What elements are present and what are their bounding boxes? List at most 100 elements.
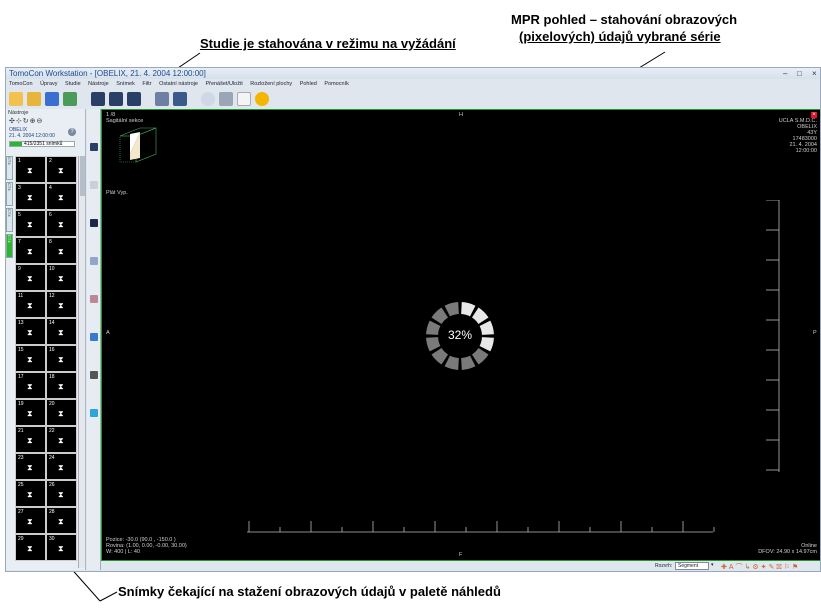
hourglass-icon: ⧗: [58, 274, 64, 283]
thumbnail-item[interactable]: 27 ⧗: [15, 507, 46, 534]
layout-tool-icon[interactable]: [90, 143, 98, 151]
maximize-button[interactable]: □: [797, 68, 802, 79]
menu-tomocon[interactable]: TomoCon: [9, 81, 33, 87]
menu-pohled[interactable]: Pohled: [300, 81, 317, 87]
thumbnail-number: 18: [49, 374, 55, 380]
orientation-bottom: F: [459, 552, 463, 558]
thumbnail-item[interactable]: 28 ⧗: [46, 507, 77, 534]
thumbnail-item[interactable]: 11 ⧗: [15, 291, 46, 318]
layout-2-icon[interactable]: [109, 91, 123, 106]
thumbnail-number: 24: [49, 455, 55, 461]
layout-3-icon[interactable]: [127, 91, 141, 106]
annotation-icon[interactable]: [90, 295, 98, 303]
menu-studie[interactable]: Studie: [65, 81, 81, 87]
vertical-ruler: [766, 200, 780, 472]
thumbnail-item[interactable]: 23 ⧗: [15, 453, 46, 480]
menu-rozlozeni[interactable]: Rozložení plochy: [250, 81, 292, 87]
thumbnail-item[interactable]: 29 ⧗: [15, 534, 46, 561]
thumbnail-item[interactable]: 12 ⧗: [46, 291, 77, 318]
menu-ostatni-nastroje[interactable]: Ostatní nástroje: [159, 81, 198, 87]
hourglass-icon: ⧗: [27, 409, 33, 418]
thumbnail-item[interactable]: 8 ⧗: [46, 237, 77, 264]
status-info: Online DFOV: 24.90 x 14.97cm: [758, 543, 817, 555]
hourglass-icon: ⧗: [27, 301, 33, 310]
thumbnail-number: 17: [18, 374, 24, 380]
mpr-viewport[interactable]: 1 /8 Sagitální sekce H F A P Plát Vyp. ×…: [101, 109, 820, 561]
zoom-out-icon[interactable]: ⊖: [37, 118, 44, 125]
rotate-icon[interactable]: ↻: [23, 118, 30, 125]
print-icon[interactable]: [219, 91, 233, 106]
document-icon[interactable]: [237, 91, 251, 106]
thumbnail-item[interactable]: 16 ⧗: [46, 345, 77, 372]
thumbnail-item[interactable]: 17 ⧗: [15, 372, 46, 399]
save-icon[interactable]: [45, 91, 59, 106]
thumbnail-item[interactable]: 14 ⧗: [46, 318, 77, 345]
layout-select[interactable]: Segment: [675, 562, 709, 570]
thumbnail-item[interactable]: 20 ⧗: [46, 399, 77, 426]
thumbnail-item[interactable]: 5 ⧗: [15, 210, 46, 237]
study-header[interactable]: OBELIX 21. 4. 2004 12:00:00 ?: [6, 127, 85, 141]
hourglass-icon: ⧗: [58, 328, 64, 337]
mpr-icon[interactable]: [155, 91, 169, 106]
fusion-icon[interactable]: [90, 409, 98, 417]
series-tab[interactable]: CT4: [6, 182, 13, 206]
thumbnail-item[interactable]: 22 ⧗: [46, 426, 77, 453]
thumbnail-item[interactable]: 4 ⧗: [46, 183, 77, 210]
zoom-in-icon[interactable]: ⊕: [30, 118, 37, 125]
thumbnail-item[interactable]: 18 ⧗: [46, 372, 77, 399]
menu-nastroje[interactable]: Nástroje: [88, 81, 108, 87]
measure-icon[interactable]: [90, 257, 98, 265]
hourglass-icon: ⧗: [27, 382, 33, 391]
grid-icon[interactable]: [173, 91, 187, 106]
thumbnail-item[interactable]: 7 ⧗: [15, 237, 46, 264]
thumbnail-item[interactable]: 13 ⧗: [15, 318, 46, 345]
mpr-tool-icon[interactable]: [90, 333, 98, 341]
hourglass-icon: ⧗: [27, 463, 33, 472]
orientation-right: P: [813, 330, 817, 336]
thumbnail-item[interactable]: 19 ⧗: [15, 399, 46, 426]
thumbnail-item[interactable]: 26 ⧗: [46, 480, 77, 507]
close-button[interactable]: ×: [812, 68, 817, 79]
thumbnail-item[interactable]: 3 ⧗: [15, 183, 46, 210]
thumbnail-item[interactable]: 10 ⧗: [46, 264, 77, 291]
hourglass-icon: ⧗: [27, 436, 33, 445]
thumbnail-item[interactable]: 24 ⧗: [46, 453, 77, 480]
minimize-button[interactable]: –: [783, 68, 787, 79]
3d-icon[interactable]: [90, 371, 98, 379]
series-tab[interactable]: CT4: [6, 156, 13, 180]
thumbnail-item[interactable]: 1 ⧗: [15, 156, 46, 183]
thumbnail-item[interactable]: 9 ⧗: [15, 264, 46, 291]
open-folder-icon[interactable]: [9, 91, 23, 106]
thumbnail-item[interactable]: 6 ⧗: [46, 210, 77, 237]
hourglass-icon: ⧗: [58, 382, 64, 391]
series-tab-active[interactable]: CT4: [6, 234, 13, 258]
export-icon[interactable]: [63, 91, 77, 106]
pan-icon[interactable]: ⊹: [16, 118, 23, 125]
pointer-icon[interactable]: ✣: [9, 118, 16, 125]
thumbnail-item[interactable]: 25 ⧗: [15, 480, 46, 507]
thumbnail-item[interactable]: 2 ⧗: [46, 156, 77, 183]
cd-icon[interactable]: [201, 91, 215, 106]
menu-snimek[interactable]: Snímek: [116, 81, 135, 87]
hourglass-icon: ⧗: [27, 274, 33, 283]
thumbnail-scrollbar[interactable]: [78, 156, 85, 568]
menu-pomocnik[interactable]: Pomocník: [324, 81, 348, 87]
thumbnail-item[interactable]: 15 ⧗: [15, 345, 46, 372]
chevron-down-icon[interactable]: ▾: [711, 562, 714, 568]
window-level-icon[interactable]: [90, 181, 98, 189]
thumbnail-number: 22: [49, 428, 55, 434]
star-icon[interactable]: [255, 91, 269, 106]
open-study-icon[interactable]: [27, 91, 41, 106]
menu-upravy[interactable]: Úpravy: [40, 81, 57, 87]
info-icon[interactable]: ?: [68, 128, 76, 136]
menu-filtr[interactable]: Filtr: [142, 81, 151, 87]
menu-prenaset[interactable]: Přenášet/Uložit: [205, 81, 242, 87]
thumbnail-item[interactable]: 30 ⧗: [46, 534, 77, 561]
series-tab[interactable]: CT4: [6, 208, 13, 232]
layout-1-icon[interactable]: [91, 91, 105, 106]
spinner-segment: [471, 307, 489, 325]
scrollbar-thumb[interactable]: [80, 156, 85, 196]
download-progress-text: 415/2351 snímků: [24, 141, 63, 147]
segment-icon[interactable]: [90, 219, 98, 227]
thumbnail-item[interactable]: 21 ⧗: [15, 426, 46, 453]
